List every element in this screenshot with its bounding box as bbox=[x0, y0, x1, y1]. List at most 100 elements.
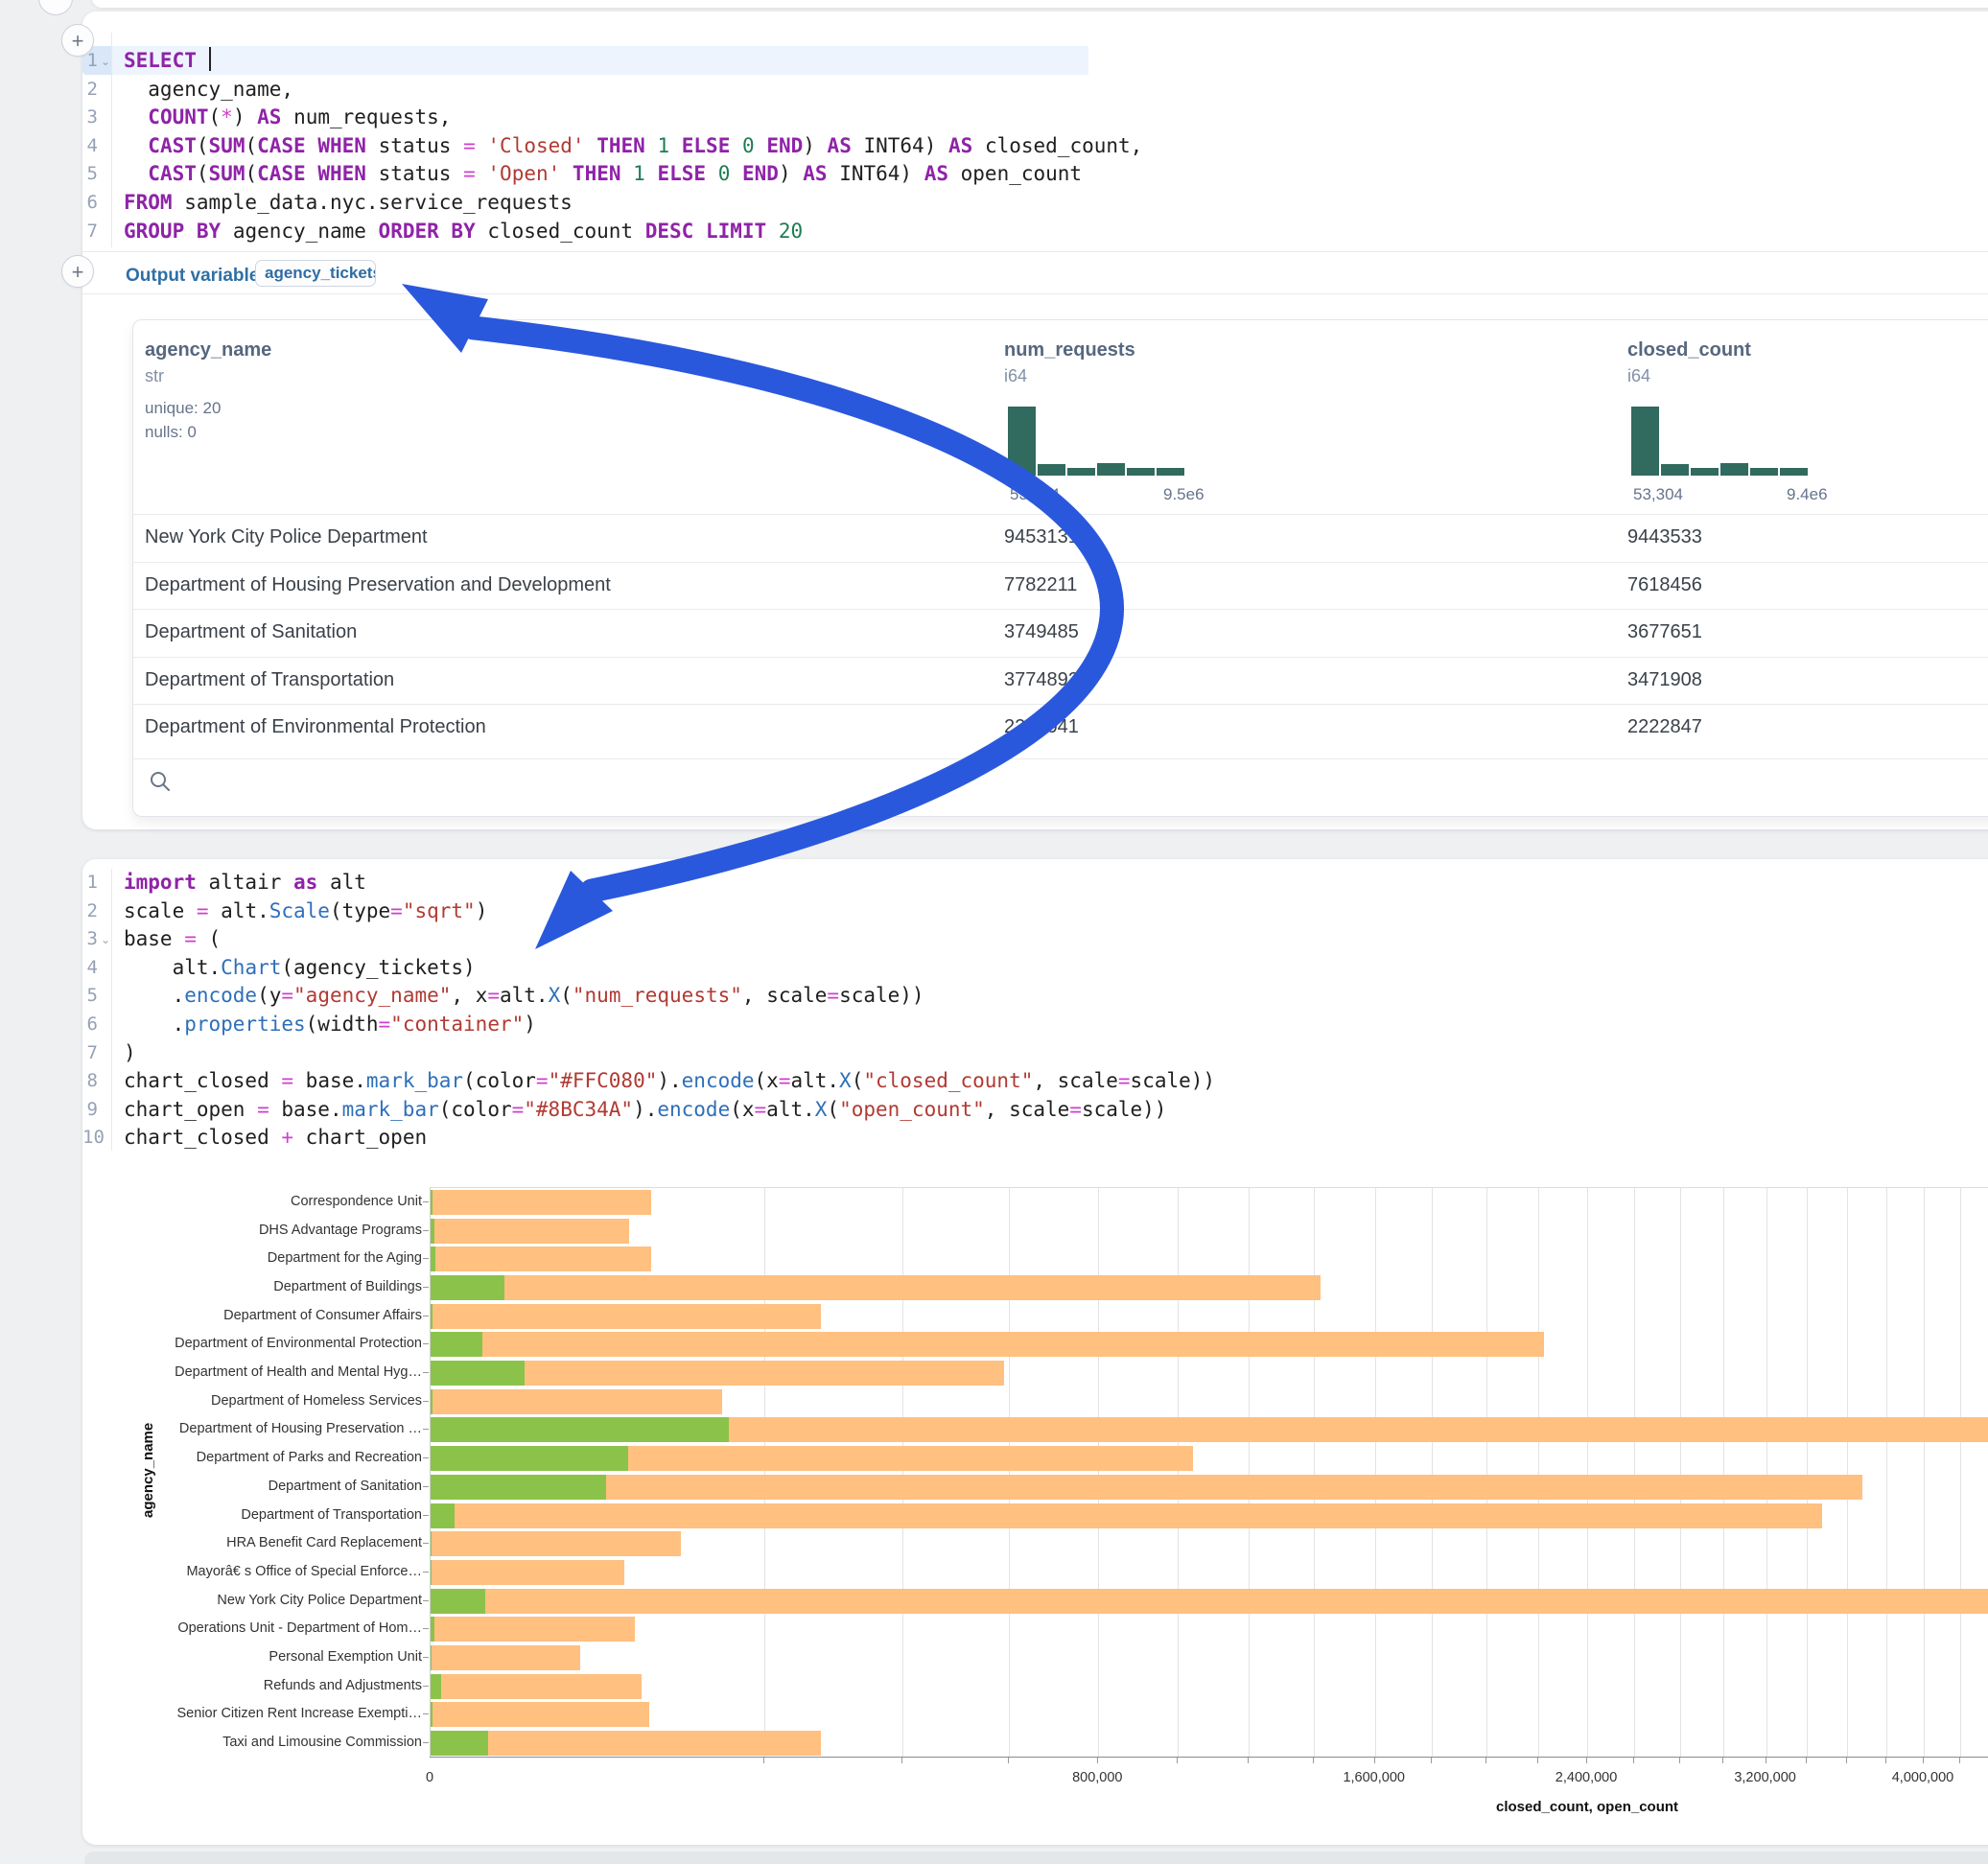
line-number: 7 bbox=[82, 1038, 98, 1067]
x-axis-tick bbox=[1431, 1758, 1432, 1763]
x-axis-tick bbox=[1923, 1758, 1924, 1763]
line-number: 2 bbox=[82, 897, 98, 925]
notebook-canvas: { "gutter_add_button": "+", "sql_cell": … bbox=[0, 0, 1988, 1864]
code-fold-chevron-icon[interactable]: ⌄ bbox=[101, 55, 112, 68]
code-line[interactable]: scale = alt.Scale(type="sqrt") bbox=[124, 897, 487, 925]
code-line[interactable]: chart_closed = base.mark_bar(color="#FFC… bbox=[124, 1066, 1215, 1095]
code-line[interactable]: .encode(y="agency_name", x=alt.X("num_re… bbox=[124, 981, 924, 1010]
gridline bbox=[1432, 1188, 1433, 1758]
gridline bbox=[1723, 1188, 1724, 1758]
line-number: 6 bbox=[82, 1010, 98, 1038]
column-header-agency_name[interactable]: agency_name bbox=[145, 339, 271, 361]
code-line[interactable]: chart_closed + chart_open bbox=[124, 1123, 427, 1152]
x-axis-tick-label: 4,000,000 bbox=[1865, 1770, 1980, 1785]
gridline bbox=[1249, 1188, 1250, 1758]
gridline bbox=[1009, 1188, 1010, 1758]
code-fold-chevron-icon[interactable]: ⌄ bbox=[101, 933, 112, 946]
output-variable-badge[interactable]: agency_tickets bbox=[255, 260, 376, 287]
y-axis-tick bbox=[423, 1372, 429, 1373]
code-line[interactable]: COUNT(*) AS num_requests, bbox=[124, 103, 451, 131]
gridline bbox=[1587, 1188, 1588, 1758]
y-axis-label: Department of Parks and Recreation bbox=[38, 1450, 422, 1465]
column-header-num_requests[interactable]: num_requests bbox=[1004, 339, 1135, 361]
code-line[interactable]: alt.Chart(agency_tickets) bbox=[124, 953, 476, 982]
x-axis-tick bbox=[1633, 1758, 1634, 1763]
bar-open-count bbox=[431, 1361, 525, 1386]
result-table: agency_namestrunique: 20nulls: 0num_requ… bbox=[132, 319, 1988, 817]
code-line[interactable]: CAST(SUM(CASE WHEN status = 'Closed' THE… bbox=[124, 131, 1142, 160]
code-line[interactable]: import altair as alt bbox=[124, 868, 366, 897]
y-axis-tick bbox=[423, 1657, 429, 1658]
line-number: 10 bbox=[82, 1123, 98, 1152]
x-axis-line bbox=[430, 1757, 1988, 1758]
gridline bbox=[1886, 1188, 1887, 1758]
column-dtype: str bbox=[145, 366, 164, 386]
bar-closed-count bbox=[431, 1589, 1988, 1614]
code-line[interactable]: GROUP BY agency_name ORDER BY closed_cou… bbox=[124, 217, 803, 245]
code-line[interactable]: CAST(SUM(CASE WHEN status = 'Open' THEN … bbox=[124, 159, 1082, 188]
y-axis-tick bbox=[423, 1686, 429, 1687]
line-number: 2 bbox=[82, 75, 98, 104]
bar-open-count bbox=[431, 1389, 433, 1414]
bar-open-count bbox=[431, 1702, 433, 1727]
y-axis-label: Taxi and Limousine Commission bbox=[38, 1735, 422, 1750]
bar-closed-count bbox=[431, 1702, 649, 1727]
x-axis-tick-label: 0 bbox=[372, 1770, 487, 1785]
code-line[interactable]: FROM sample_data.nyc.service_requests bbox=[124, 188, 573, 217]
gridline bbox=[1098, 1188, 1099, 1758]
line-number: 3 bbox=[82, 924, 98, 953]
code-line[interactable]: SELECT bbox=[124, 46, 211, 75]
search-icon[interactable] bbox=[149, 770, 172, 793]
altair-bar-chart: Correspondence UnitDHS Advantage Program… bbox=[0, 1187, 1988, 1858]
bar-open-count bbox=[431, 1417, 729, 1442]
y-axis-label: New York City Police Department bbox=[38, 1593, 422, 1608]
bar-closed-count bbox=[431, 1247, 651, 1271]
y-axis-label: Correspondence Unit bbox=[38, 1194, 422, 1209]
y-axis-label: Department of Consumer Affairs bbox=[38, 1308, 422, 1323]
bar-open-count bbox=[431, 1247, 435, 1271]
line-number: 3 bbox=[82, 103, 98, 131]
previous-cell-add-button[interactable] bbox=[38, 0, 73, 15]
line-number: 8 bbox=[82, 1066, 98, 1095]
column-histogram bbox=[1008, 407, 1184, 476]
x-axis-tick bbox=[1374, 1758, 1375, 1763]
line-number: 1 bbox=[82, 868, 98, 897]
column-histogram bbox=[1631, 407, 1808, 476]
x-axis-tick bbox=[1722, 1758, 1723, 1763]
bar-open-count bbox=[431, 1446, 628, 1471]
bar-open-count bbox=[431, 1219, 434, 1244]
code-line[interactable]: .properties(width="container") bbox=[124, 1010, 536, 1038]
code-line[interactable]: chart_open = base.mark_bar(color="#8BC34… bbox=[124, 1095, 1166, 1124]
y-axis-label: HRA Benefit Card Replacement bbox=[38, 1535, 422, 1550]
y-axis-label: Department of Environmental Protection bbox=[38, 1336, 422, 1351]
y-axis-label: Operations Unit - Department of Hom… bbox=[38, 1620, 422, 1636]
column-header-closed_count[interactable]: closed_count bbox=[1627, 339, 1751, 361]
line-number: 7 bbox=[82, 217, 98, 245]
bar-closed-count bbox=[431, 1531, 681, 1556]
histogram-max-label: 9.5e6 bbox=[1163, 485, 1204, 504]
x-axis-tick bbox=[1959, 1758, 1960, 1763]
line-number: 4 bbox=[82, 131, 98, 160]
x-axis-tick bbox=[1846, 1758, 1847, 1763]
y-axis-label: Senior Citizen Rent Increase Exempti… bbox=[38, 1706, 422, 1721]
bar-closed-count bbox=[431, 1389, 722, 1414]
y-axis-tick bbox=[423, 1515, 429, 1516]
column-meta: unique: 20 bbox=[145, 399, 221, 418]
gridline bbox=[1924, 1188, 1925, 1758]
add-cell-button-top[interactable]: + bbox=[61, 24, 94, 57]
x-axis-tick bbox=[1248, 1758, 1249, 1763]
y-axis-tick bbox=[423, 1572, 429, 1573]
gridline bbox=[1538, 1188, 1539, 1758]
bar-open-count bbox=[431, 1645, 432, 1670]
bar-closed-count bbox=[431, 1503, 1822, 1528]
y-axis-label: Department of Health and Mental Hyg… bbox=[38, 1364, 422, 1380]
bar-open-count bbox=[431, 1617, 434, 1642]
x-axis-tick-label: 3,200,000 bbox=[1708, 1770, 1823, 1785]
bar-closed-count bbox=[431, 1560, 624, 1585]
add-cell-button-output[interactable]: + bbox=[61, 255, 94, 288]
code-line[interactable]: ) bbox=[124, 1038, 136, 1067]
y-axis-tick bbox=[423, 1429, 429, 1430]
code-line[interactable]: base = ( bbox=[124, 924, 221, 953]
code-line[interactable]: agency_name, bbox=[124, 75, 293, 104]
gridline bbox=[1634, 1188, 1635, 1758]
